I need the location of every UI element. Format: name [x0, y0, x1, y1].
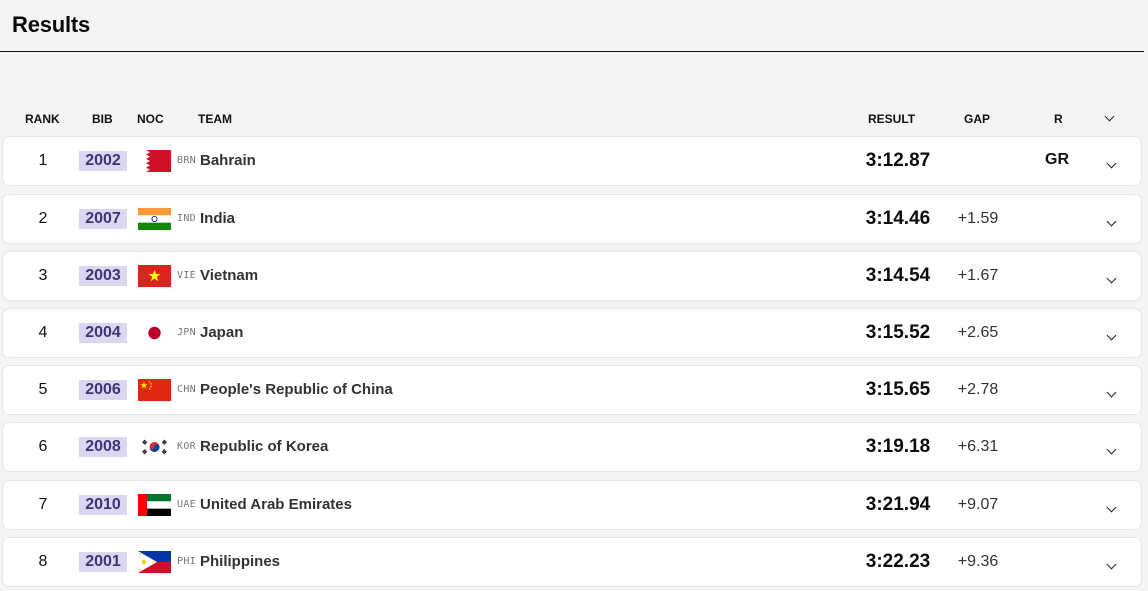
col-header-result[interactable]: RESULT	[868, 112, 915, 126]
india-flag-icon	[138, 208, 171, 230]
rank-cell: 5	[38, 381, 48, 398]
noc-code: KOR	[177, 441, 196, 452]
bib-badge: 2004	[79, 323, 127, 343]
expand-chevron-down-icon[interactable]	[1106, 555, 1117, 573]
col-header-bib[interactable]: BIB	[92, 112, 113, 126]
expand-chevron-down-icon[interactable]	[1106, 269, 1117, 287]
page-header: Results	[0, 0, 1144, 52]
table-row[interactable]: 1 2002 BRN Bahrain 3:12.87 GR	[3, 137, 1141, 185]
expand-chevron-down-icon[interactable]	[1106, 326, 1117, 344]
team-name: Republic of Korea	[200, 438, 329, 455]
japan-flag-icon	[138, 322, 171, 344]
noc-code: JPN	[177, 327, 196, 338]
team-name: Vietnam	[200, 267, 259, 284]
noc-code: PHI	[177, 556, 196, 567]
expand-chevron-down-icon[interactable]	[1106, 154, 1117, 172]
china-flag-icon	[138, 379, 171, 401]
team-name: People's Republic of China	[200, 381, 393, 398]
col-header-noc[interactable]: NOC	[137, 112, 164, 126]
bahrain-flag-icon	[138, 150, 171, 172]
korea-flag-icon	[138, 436, 171, 458]
bib-badge: 2003	[79, 266, 127, 286]
team-name: United Arab Emirates	[200, 496, 352, 513]
team-name: Bahrain	[200, 152, 256, 169]
record-badge: GR	[1045, 151, 1069, 168]
table-row[interactable]: 3 2003 VIE Vietnam 3:14.54 +1.67	[3, 252, 1141, 300]
expand-all-chevron-down-icon[interactable]	[1104, 109, 1115, 123]
rank-cell: 4	[38, 324, 48, 341]
gap-value: +9.07	[957, 496, 999, 513]
table-row[interactable]: 4 2004 JPN Japan 3:15.52 +2.65	[3, 309, 1141, 357]
bib-badge: 2001	[79, 552, 127, 572]
gap-value: +9.36	[957, 553, 999, 570]
bib-badge: 2007	[79, 209, 127, 229]
noc-code: CHN	[177, 384, 196, 395]
bib-badge: 2008	[79, 437, 127, 457]
team-name: India	[200, 210, 236, 227]
philippines-flag-icon	[138, 551, 171, 573]
table-row[interactable]: 7 2010 UAE United Arab Emirates 3:21.94 …	[3, 481, 1141, 529]
table-row[interactable]: 5 2006 CHN People's Republic of China 3:…	[3, 366, 1141, 414]
gap-value: +2.65	[957, 324, 999, 341]
table-row[interactable]: 8 2001 PHI Philippines 3:22.23 +9.36	[3, 538, 1141, 586]
rank-cell: 6	[38, 438, 48, 455]
team-name: Philippines	[200, 553, 281, 570]
expand-chevron-down-icon[interactable]	[1106, 383, 1117, 401]
table-row[interactable]: 2 2007 IND India 3:14.46 +1.59	[3, 195, 1141, 243]
col-header-team[interactable]: TEAM	[198, 112, 232, 126]
bib-badge: 2006	[79, 380, 127, 400]
table-row[interactable]: 6 2008 KOR Republic of Korea 3:19.18 +6.…	[3, 423, 1141, 471]
bib-badge: 2010	[79, 495, 127, 515]
result-time: 3:12.87	[865, 150, 931, 171]
rank-cell: 1	[38, 152, 48, 169]
team-name: Japan	[200, 324, 244, 341]
col-header-rank[interactable]: RANK	[25, 112, 60, 126]
table-header: RANK BIB NOC TEAM RESULT GAP R	[0, 109, 1148, 128]
gap-value: +1.67	[957, 267, 999, 284]
rank-cell: 2	[38, 210, 48, 227]
noc-code: UAE	[177, 499, 196, 510]
gap-value: +6.31	[957, 438, 999, 455]
rank-cell: 3	[38, 267, 48, 284]
gap-value: +1.59	[957, 210, 999, 227]
vietnam-flag-icon	[138, 265, 171, 287]
noc-code: IND	[177, 213, 196, 224]
uae-flag-icon	[138, 494, 171, 516]
gap-value: +2.78	[957, 381, 999, 398]
page-title: Results	[12, 12, 91, 37]
expand-chevron-down-icon[interactable]	[1106, 212, 1117, 230]
col-header-r[interactable]: R	[1054, 112, 1063, 126]
rank-cell: 8	[38, 553, 48, 570]
rank-cell: 7	[38, 496, 48, 513]
noc-code: VIE	[177, 270, 196, 281]
noc-code: BRN	[177, 155, 196, 166]
expand-chevron-down-icon[interactable]	[1106, 440, 1117, 458]
col-header-gap[interactable]: GAP	[964, 112, 990, 126]
expand-chevron-down-icon[interactable]	[1106, 498, 1117, 516]
bib-badge: 2002	[79, 151, 127, 171]
